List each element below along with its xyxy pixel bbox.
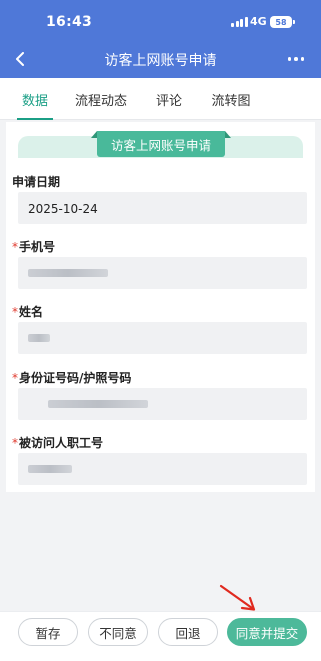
red-arrow-annotation	[219, 584, 256, 611]
field-label-host-employee-id: *被访问人职工号	[12, 436, 104, 450]
top-bar: 16:43 4G 58 访客上网账号申请	[0, 0, 321, 78]
redacted-value	[28, 334, 50, 342]
disagree-button[interactable]: 不同意	[88, 618, 148, 646]
save-draft-button[interactable]: 暂存	[18, 618, 78, 646]
name-field[interactable]	[18, 322, 307, 354]
page-title: 访客上网账号申请	[104, 53, 217, 69]
form-card: 访客上网账号申请 申请日期 2025-10-24 *手机号 *姓名 *身份证号码…	[6, 122, 315, 492]
back-button[interactable]	[10, 49, 30, 69]
field-label-name: *姓名	[12, 305, 44, 319]
battery-icon: 58	[270, 16, 295, 28]
tab-data[interactable]: 数据	[15, 78, 55, 120]
field-label-apply-date: 申请日期	[12, 175, 61, 189]
host-employee-id-field[interactable]	[18, 453, 307, 485]
tab-comments[interactable]: 评论	[152, 78, 186, 120]
network-type: 4G	[250, 15, 267, 28]
id-number-field[interactable]	[18, 388, 307, 420]
tab-flow-chart[interactable]: 流转图	[208, 78, 254, 120]
redacted-value	[28, 269, 108, 277]
more-button[interactable]	[284, 50, 308, 68]
tab-process-status[interactable]: 流程动态	[72, 78, 130, 120]
redacted-value	[48, 400, 148, 408]
agree-submit-button[interactable]: 同意并提交	[227, 618, 307, 646]
redacted-value	[28, 465, 72, 473]
field-label-phone: *手机号	[12, 240, 56, 254]
status-time: 16:43	[46, 14, 93, 30]
action-bar: 暂存 不同意 回退 同意并提交	[0, 611, 321, 661]
form-title-banner: 访客上网账号申请	[91, 131, 231, 157]
nav-bar: 访客上网账号申请	[0, 42, 321, 78]
signal-icon	[231, 17, 248, 27]
required-mark: *	[12, 240, 18, 254]
chevron-left-icon	[16, 52, 24, 66]
return-button[interactable]: 回退	[158, 618, 218, 646]
required-mark: *	[12, 305, 18, 319]
required-mark: *	[12, 436, 18, 450]
phone-field[interactable]	[18, 257, 307, 289]
apply-date-field[interactable]: 2025-10-24	[18, 192, 307, 224]
tab-bar: 数据 流程动态 评论 流转图	[0, 78, 321, 120]
field-label-id-number: *身份证号码/护照号码	[12, 371, 132, 385]
required-mark: *	[12, 371, 18, 385]
status-bar: 16:43 4G 58	[0, 0, 321, 42]
